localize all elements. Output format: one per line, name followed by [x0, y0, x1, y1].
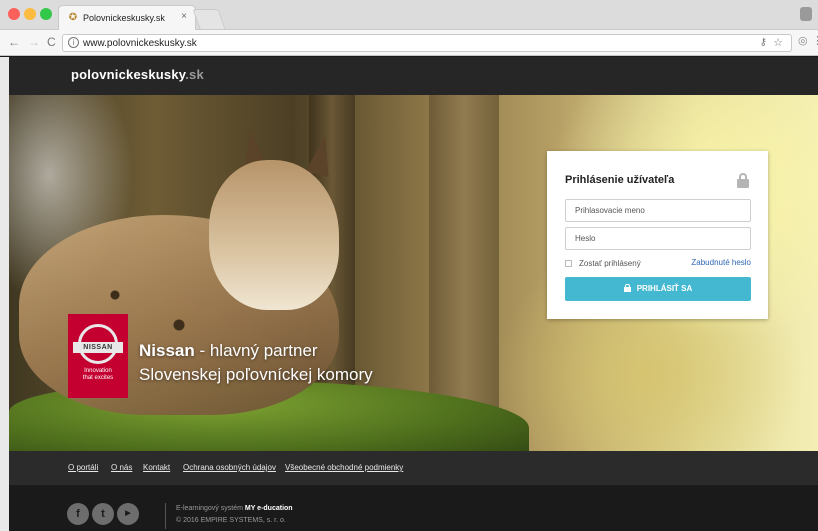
back-arrow-icon[interactable]: ←: [8, 35, 20, 49]
forgot-password-link[interactable]: Zabudnuté heslo: [691, 258, 751, 267]
footer-link-about-us[interactable]: O nás: [111, 463, 132, 472]
profile-icon[interactable]: [800, 7, 812, 21]
youtube-icon[interactable]: ▶: [117, 503, 139, 525]
tab-close-icon[interactable]: ×: [181, 11, 187, 22]
key-icon[interactable]: ⚷: [760, 37, 767, 48]
footer-link-contact[interactable]: Kontakt: [143, 463, 170, 472]
lock-icon: [737, 173, 749, 188]
page-edge: [0, 57, 9, 531]
minimize-window-button[interactable]: [24, 8, 36, 20]
maximize-window-button[interactable]: [40, 8, 52, 20]
info-icon[interactable]: i: [68, 37, 79, 48]
site-favicon-icon: ✪: [68, 12, 78, 23]
elearning-credit: E-learningový systém MY e-ducation: [176, 505, 293, 512]
partner-headline: Nissan - hlavný partner: [139, 341, 318, 361]
remember-checkbox[interactable]: [565, 260, 572, 267]
partner-brand: Nissan: [139, 341, 195, 360]
copyright: © 2016 EMPIRE SYSTEMS, s. r. o.: [176, 517, 286, 524]
remember-me[interactable]: Zostať prihlásený: [565, 259, 641, 268]
footer-link-about-portal[interactable]: O portáli: [68, 463, 98, 472]
lynx-head-image: [209, 160, 339, 310]
browser-chrome: ✪ Polovnickeskusky.sk × ← → C i www.polo…: [0, 0, 818, 56]
tab-title: Polovnickeskusky.sk: [83, 13, 165, 23]
extension-icon[interactable]: ◎: [798, 34, 808, 47]
nissan-logo[interactable]: NISSAN Innovation that excites: [68, 314, 128, 398]
browser-tab[interactable]: ✪ Polovnickeskusky.sk ×: [58, 5, 196, 31]
password-input[interactable]: [565, 227, 751, 250]
lock-icon: [623, 284, 631, 292]
menu-icon[interactable]: ⋮: [812, 34, 818, 47]
login-title: Prihlásenie užívateľa: [565, 174, 675, 186]
reload-icon[interactable]: C: [47, 35, 56, 49]
twitter-icon[interactable]: t: [92, 503, 114, 525]
nissan-tagline: Innovation that excites: [82, 368, 114, 381]
footer-link-privacy[interactable]: Ochrana osobných údajov: [183, 463, 276, 472]
facebook-icon[interactable]: f: [67, 503, 89, 525]
login-card: Prihlásenie užívateľa Zostať prihlásený …: [547, 151, 768, 319]
username-input[interactable]: [565, 199, 751, 222]
nissan-wordmark: NISSAN: [73, 342, 123, 353]
address-bar[interactable]: i www.polovnickeskusky.sk ⚷ ☆: [62, 34, 792, 52]
logo-main: polovnickeskusky: [71, 67, 186, 82]
logo-tld: .sk: [185, 67, 204, 82]
footer-bottom: f t ▶ E-learningový systém MY e-ducation…: [9, 485, 818, 531]
url-text[interactable]: www.polovnickeskusky.sk: [83, 38, 197, 49]
login-button-label: PRIHLÁSIŤ SA: [636, 284, 693, 293]
remember-label: Zostať prihlásený: [579, 259, 641, 268]
forward-arrow-icon[interactable]: →: [28, 35, 40, 49]
elearning-brand[interactable]: MY e-ducation: [245, 505, 293, 512]
browser-toolbar: ← → C i www.polovnickeskusky.sk ⚷ ☆ ◎ ⋮: [0, 30, 818, 56]
site-header: polovnickeskusky.sk: [9, 57, 818, 95]
new-tab-button[interactable]: [192, 9, 226, 29]
partner-subheadline: Slovenskej poľovníckej komory: [139, 365, 373, 384]
login-button[interactable]: PRIHLÁSIŤ SA: [565, 277, 751, 301]
tab-bar: ✪ Polovnickeskusky.sk ×: [0, 0, 818, 31]
footer-link-terms[interactable]: Všeobecné obchodné podmienky: [285, 463, 403, 472]
bookmark-star-icon[interactable]: ☆: [773, 36, 783, 49]
close-window-button[interactable]: [8, 8, 20, 20]
site-logo[interactable]: polovnickeskusky.sk: [71, 67, 204, 82]
footer-nav: O portáli O nás Kontakt Ochrana osobných…: [9, 451, 818, 485]
partner-role: - hlavný partner: [194, 341, 318, 360]
footer-divider: [165, 503, 166, 529]
